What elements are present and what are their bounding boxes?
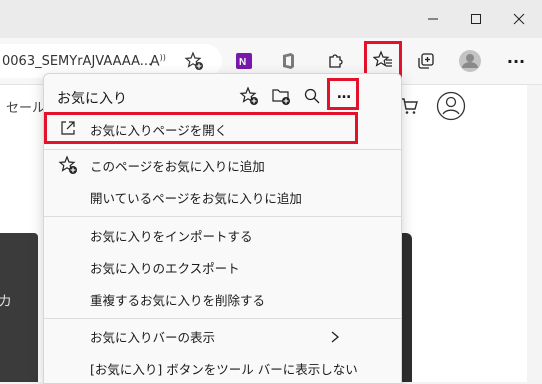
cart-icon[interactable] [400, 97, 418, 119]
menu-item-add-open-pages[interactable]: 開いているページをお気に入りに追加 [44, 180, 401, 212]
collections-button[interactable] [410, 45, 442, 77]
avatar [459, 50, 481, 72]
menu-item-remove-duplicates[interactable]: 重複するお気に入りを削除する [44, 282, 401, 314]
favorites-star-list-icon [373, 50, 392, 67]
folder-add-icon [272, 89, 290, 105]
star-add-icon [184, 51, 203, 70]
close-icon [513, 13, 525, 25]
account-icon[interactable] [436, 91, 466, 125]
menu-item-label: 開いているページをお気に入りに追加 [90, 191, 302, 206]
settings-more-button[interactable]: ··· [500, 45, 532, 77]
more-dots-icon: ··· [506, 51, 526, 71]
collections-icon [418, 53, 434, 69]
more-dots-icon: … [337, 86, 351, 102]
profile-button[interactable] [454, 45, 486, 77]
menu-item-show-favorites-bar[interactable]: お気に入りバーの表示 [44, 319, 401, 351]
puzzle-icon [329, 54, 343, 68]
menu-item-label: お気に入りバーの表示 [90, 330, 216, 345]
office-icon [283, 53, 294, 69]
maximize-icon [471, 14, 481, 24]
close-window-button[interactable] [496, 0, 542, 38]
title-bar [0, 0, 542, 38]
maximize-button[interactable] [453, 0, 499, 38]
search-icon [304, 88, 320, 104]
menu-item-label: [お気に入り] ボタンをツール バーに表示しない [90, 362, 358, 377]
menu-item-open-favorites-page[interactable]: お気に入りページを開く [44, 112, 401, 144]
menu-item-label: 重複するお気に入りを削除する [90, 293, 266, 308]
menu-item-label: お気に入りをインポートする [90, 229, 253, 244]
menu-item-label: お気に入りページを開く [90, 123, 228, 138]
favorites-panel: お気に入り … お気に入りページを開く このページをお気に入りに追加 開いている… [43, 73, 402, 384]
address-text: 0063_SEMYrAJVAAAA... [2, 54, 153, 69]
chevron-right-icon [330, 328, 340, 347]
menu-item-import-favorites[interactable]: お気に入りをインポートする [44, 218, 401, 250]
minimize-icon [428, 18, 438, 20]
divider [44, 216, 401, 217]
search-favorites-button[interactable] [296, 80, 328, 112]
add-folder-button[interactable] [265, 80, 297, 112]
onenote-icon: N [236, 53, 252, 69]
panel-title: お気に入り [57, 91, 127, 107]
menu-item-add-this-page[interactable]: このページをお気に入りに追加 [44, 148, 401, 180]
menu-item-hide-favorites-button[interactable]: [お気に入り] ボタンをツール バーに表示しない [44, 351, 401, 383]
product-image-text: カ [0, 294, 12, 310]
open-external-icon [60, 120, 76, 140]
menu-item-export-favorites[interactable]: お気に入りのエクスポート [44, 250, 401, 282]
star-add-icon [239, 86, 258, 105]
read-aloud-icon[interactable]: A)) [150, 53, 166, 70]
add-page-to-favorites-button[interactable] [233, 80, 265, 112]
menu-item-label: お気に入りのエクスポート [90, 261, 240, 276]
star-add-icon [58, 155, 78, 179]
minimize-button[interactable] [410, 0, 456, 38]
product-image-left: カ [0, 233, 38, 382]
svg-text:N: N [239, 57, 246, 68]
more-options-button[interactable]: … [328, 78, 360, 110]
menu-item-label: このページをお気に入りに追加 [90, 159, 265, 174]
page-nav-sale-link[interactable]: セール [6, 97, 45, 116]
favorites-button[interactable] [367, 44, 399, 76]
page-scrollbar[interactable] [527, 85, 542, 382]
